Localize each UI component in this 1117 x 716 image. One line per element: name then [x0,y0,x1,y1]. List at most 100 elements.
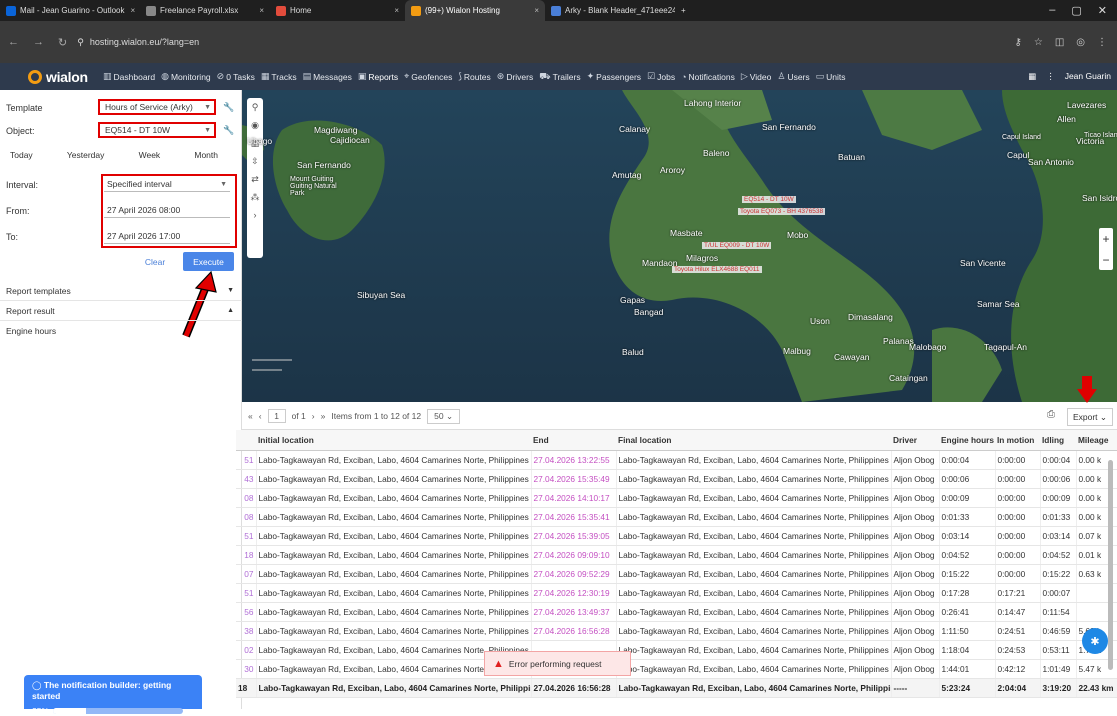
maximize-icon[interactable]: ▢ [1071,4,1081,17]
table-row[interactable]: 38 Labo-Tagkawayan Rd, Exciban, Labo, 460… [236,621,1117,641]
route-icon[interactable]: ⇄ [251,174,259,185]
table-row[interactable]: 51 Labo-Tagkawayan Rd, Exciban, Labo, 460… [236,450,1117,470]
close-window-icon[interactable]: ✕ [1098,4,1107,17]
nav-notifications[interactable]: ◔ Notifications [678,72,738,82]
profile-icon[interactable]: ◎ [1076,37,1085,48]
forward-icon[interactable]: → [33,36,44,49]
period-week[interactable]: Week [139,150,161,160]
column-header[interactable]: Initial location [256,430,531,451]
key-icon[interactable]: ⚷ [1015,37,1022,48]
menu-icon[interactable]: ⋮ [1097,37,1107,48]
nav-geofences[interactable]: ⌖ Geofences [401,71,455,82]
close-icon[interactable]: × [388,6,399,15]
next-page-icon[interactable]: › [312,411,315,421]
close-icon[interactable]: × [253,6,264,15]
execute-button[interactable]: Execute [183,252,234,271]
nav-dashboard[interactable]: ▥ Dashboard [100,71,158,82]
nav-units[interactable]: ▭ Units [813,71,849,82]
column-header[interactable]: Final location [616,430,891,451]
nav-trailers[interactable]: ⛟ Trailers [536,71,583,83]
ruler-icon[interactable]: ⇳ [251,156,259,167]
table-row[interactable]: 02 Labo-Tagkawayan Rd, Exciban, Labo, 460… [236,640,1117,660]
column-header[interactable]: Mileage [1076,430,1117,451]
zoom-in-icon[interactable]: + [1102,232,1109,246]
table-row[interactable]: 51 Labo-Tagkawayan Rd, Exciban, Labo, 460… [236,526,1117,546]
column-header[interactable] [236,430,256,451]
wrench-icon[interactable]: 🔧 [223,102,234,113]
period-today[interactable]: Today [10,150,33,160]
more-icon[interactable]: ⋮ [1046,71,1055,82]
tab-favicon-icon [6,5,16,16]
nav-users[interactable]: ♙ Users [774,71,812,82]
nav-monitoring[interactable]: ◍ Monitoring [158,71,214,82]
nav-video[interactable]: ▷ Video [738,71,775,82]
back-icon[interactable]: ← [8,36,19,49]
column-header[interactable]: Idling [1040,430,1076,451]
close-icon[interactable]: × [528,6,539,15]
apps-grid-icon[interactable]: ▦ [1028,71,1036,82]
nav-routes[interactable]: ⟆ Routes [455,71,493,82]
last-page-icon[interactable]: » [321,411,326,421]
expand-icon[interactable]: › [254,210,257,220]
eye-icon[interactable]: ◉ [251,120,259,131]
new-tab-button[interactable]: + [675,0,692,21]
nav-tasks[interactable]: ⊘ 0 Tasks [214,71,258,82]
table-row[interactable]: 08 Labo-Tagkawayan Rd, Exciban, Labo, 460… [236,507,1117,527]
column-header[interactable]: Driver [891,430,939,451]
period-month[interactable]: Month [194,150,218,160]
vehicle-marker-label[interactable]: EQ514 - DT 10W [742,196,796,203]
page-input[interactable]: 1 [267,409,286,423]
table-row[interactable]: 43 Labo-Tagkawayan Rd, Exciban, Labo, 460… [236,469,1117,489]
print-icon[interactable]: ⎙ [1047,409,1055,420]
column-header[interactable]: In motion [995,430,1040,451]
browser-tab[interactable]: Freelance Payroll.xlsx × [140,0,270,21]
star-icon[interactable]: ☆ [1034,37,1043,48]
table-row[interactable]: 30 Labo-Tagkawayan Rd, Exciban, Labo, 460… [236,659,1117,679]
vehicle-marker-label[interactable]: Toyota Hilux ELX4688 EQ011 [672,266,762,273]
map-view[interactable]: ⚲ ◉ ▥ ⇳ ⇄ ⁂ › Lahong Interior San Fernand… [242,90,1117,402]
nav-drivers[interactable]: ⊛ Drivers [494,71,536,82]
engine-hours-item[interactable]: Engine hours [0,321,242,341]
help-bulb-button[interactable]: ✱ [1082,628,1108,654]
browser-tab[interactable]: Mail - Jean Guarino - Outlook × [0,0,140,21]
browser-tab[interactable]: (99+) Wialon Hosting × [405,0,545,21]
column-header[interactable]: Engine hours [939,430,995,451]
report-result-section[interactable]: Report result ▲ [0,301,242,321]
column-header[interactable]: End [531,430,616,451]
vehicle-marker-label[interactable]: T/UL EQ009 - DT 10W [702,242,772,249]
first-page-icon[interactable]: « [248,411,253,421]
nav-jobs[interactable]: ☑ Jobs [644,71,678,82]
vehicle-marker-label[interactable]: Toyota EQ073 - BH 4376538 [738,208,826,215]
table-row[interactable]: 08 Labo-Tagkawayan Rd, Exciban, Labo, 460… [236,488,1117,508]
nav-passengers[interactable]: ✦ Passengers [584,71,644,82]
close-icon[interactable]: × [125,6,136,15]
nodes-icon[interactable]: ⁂ [251,192,260,203]
search-icon[interactable]: ⚲ [252,102,259,113]
table-row[interactable]: 56 Labo-Tagkawayan Rd, Exciban, Labo, 460… [236,602,1117,622]
wialon-logo[interactable]: wialon [0,69,100,85]
user-name[interactable]: Jean Guarin [1065,71,1111,82]
wrench-icon[interactable]: 🔧 [223,125,234,136]
nav-tracks[interactable]: ▦ Tracks [258,71,300,82]
table-row[interactable]: 18 Labo-Tagkawayan Rd, Exciban, Labo, 460… [236,545,1117,565]
site-info-icon[interactable]: ⚲ [77,37,84,48]
table-row[interactable]: 07 Labo-Tagkawayan Rd, Exciban, Labo, 460… [236,564,1117,584]
export-button[interactable]: Export ⌄ [1067,408,1113,426]
browser-tab[interactable]: Arky - Blank Header_471eee24× [545,0,675,21]
table-row[interactable]: 51 Labo-Tagkawayan Rd, Exciban, Labo, 460… [236,583,1117,603]
nav-messages[interactable]: ▤ Messages [300,71,355,82]
url-field[interactable]: ⚲ hosting.wialon.eu/?lang=en [77,37,199,48]
reload-icon[interactable]: ↻ [58,36,67,49]
browser-tab[interactable]: Home × [270,0,405,21]
nav-reports[interactable]: ▣ Reports [355,71,401,82]
prev-page-icon[interactable]: ‹ [259,411,262,421]
table-scrollbar[interactable] [1108,460,1113,670]
clear-button[interactable]: Clear [135,253,175,270]
page-size-select[interactable]: 50 ⌄ [427,408,461,424]
period-yesterday[interactable]: Yesterday [67,150,105,160]
minimize-icon[interactable]: – [1049,4,1055,17]
zoom-out-icon[interactable]: − [1102,253,1109,267]
notification-builder-banner[interactable]: ◯ The notification builder: getting star… [24,675,202,716]
report-templates-section[interactable]: Report templates ▼ [0,281,242,301]
extensions-icon[interactable]: ◫ [1055,37,1064,48]
